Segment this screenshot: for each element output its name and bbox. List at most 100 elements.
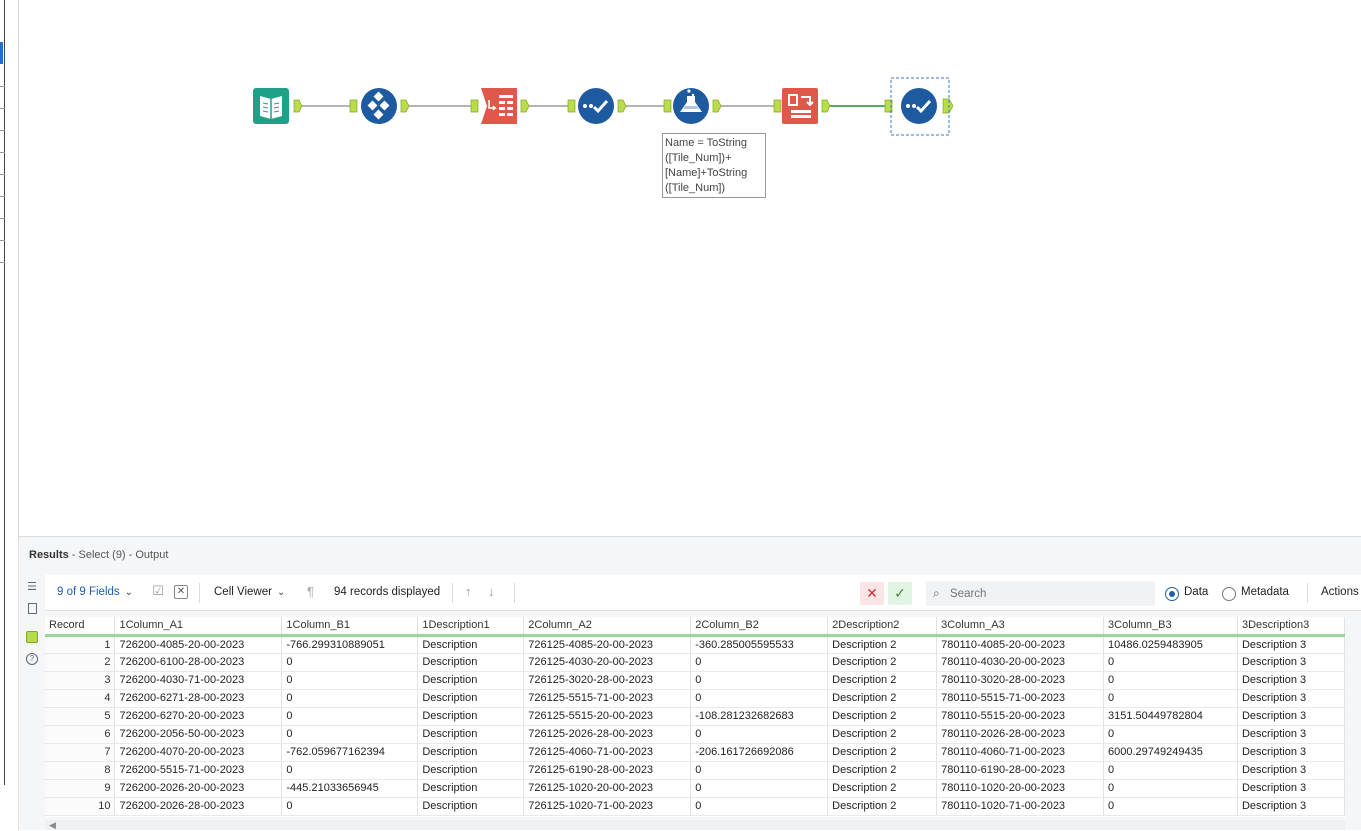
workflow-canvas[interactable]: Name = ToString ([Tile_Num])+ [Name]+ToS… xyxy=(19,0,1361,536)
table-cell[interactable]: 0 xyxy=(690,725,829,744)
table-cell[interactable]: 780110-1020-71-00-2023 xyxy=(936,797,1105,816)
column-header[interactable]: 1Column_B1 xyxy=(281,617,419,637)
table-cell[interactable]: Description 2 xyxy=(827,635,938,654)
table-cell[interactable]: 726125-4085-20-00-2023 xyxy=(523,635,692,654)
scroll-left-icon[interactable]: ◀ xyxy=(49,820,56,831)
table-cell[interactable]: 780110-4085-20-00-2023 xyxy=(936,635,1105,654)
table-cell[interactable]: Description 3 xyxy=(1237,653,1345,672)
input-anchor[interactable] xyxy=(470,99,479,113)
table-cell[interactable]: -445.21033656945 xyxy=(281,779,419,798)
table-cell[interactable]: 780110-4060-71-00-2023 xyxy=(936,743,1105,762)
data-radio[interactable] xyxy=(1165,587,1179,601)
transpose-tool[interactable] xyxy=(782,88,818,124)
table-cell[interactable]: 726200-4070-20-00-2023 xyxy=(114,743,283,762)
sample-tool[interactable] xyxy=(361,88,397,124)
table-row[interactable]: 8 726200-5515-71-00-2023 0 Description 72612… xyxy=(45,761,1345,780)
arrow-up-icon[interactable]: ↑ xyxy=(465,584,472,599)
column-header[interactable]: 2Column_A2 xyxy=(523,617,692,637)
metadata-radio[interactable] xyxy=(1222,587,1236,601)
results-grid[interactable]: Record 1Column_A1 1Column_B1 1Description1 2… xyxy=(45,617,1345,817)
output-anchor[interactable] xyxy=(821,99,831,113)
table-cell[interactable]: 0 xyxy=(281,761,419,780)
table-row[interactable]: 3 726200-4030-71-00-2023 0 Description 72612… xyxy=(45,671,1345,690)
formula-annotation[interactable]: Name = ToString ([Tile_Num])+ [Name]+ToS… xyxy=(662,133,766,198)
list-icon[interactable]: ☰ xyxy=(26,581,38,593)
table-cell[interactable]: 726200-2026-28-00-2023 xyxy=(114,797,283,816)
pilcrow-icon[interactable]: ¶ xyxy=(307,584,314,599)
horizontal-scrollbar[interactable]: ◀ xyxy=(45,820,1345,830)
table-cell[interactable]: 726125-2026-28-00-2023 xyxy=(523,725,692,744)
workflow-diagram[interactable]: Name = ToString ([Tile_Num])+ [Name]+ToS… xyxy=(19,0,1361,536)
input-anchor[interactable] xyxy=(567,99,576,113)
table-cell[interactable]: 726200-4030-71-00-2023 xyxy=(114,671,283,690)
output-anchor[interactable] xyxy=(520,99,530,113)
table-cell[interactable]: 780110-5515-20-00-2023 xyxy=(936,707,1105,726)
column-header[interactable]: 3Description3 xyxy=(1237,617,1345,637)
output-anchor[interactable] xyxy=(712,99,722,113)
table-cell[interactable]: 0 xyxy=(690,653,829,672)
column-header[interactable]: 1Column_A1 xyxy=(114,617,283,637)
table-cell[interactable]: 726125-6190-28-00-2023 xyxy=(523,761,692,780)
table-cell[interactable]: Description xyxy=(417,779,525,798)
table-cell[interactable]: Description 2 xyxy=(827,689,938,708)
table-cell[interactable]: Description 3 xyxy=(1237,743,1345,762)
table-cell[interactable]: 0 xyxy=(281,671,419,690)
table-row[interactable]: 10 726200-2026-28-00-2023 0 Description 7261… xyxy=(45,797,1345,816)
table-cell[interactable]: 0 xyxy=(690,761,829,780)
help-icon[interactable]: ? xyxy=(26,653,38,665)
table-cell[interactable]: 0 xyxy=(690,671,829,690)
table-cell[interactable]: 0 xyxy=(281,797,419,816)
table-cell[interactable]: Description 3 xyxy=(1237,797,1345,816)
accept-button[interactable]: ✓ xyxy=(888,582,912,605)
record-number[interactable]: 10 xyxy=(45,797,116,816)
table-row[interactable]: 4 726200-6271-28-00-2023 0 Description 72612… xyxy=(45,689,1345,708)
table-cell[interactable]: 726200-5515-71-00-2023 xyxy=(114,761,283,780)
formula-tool[interactable] xyxy=(673,88,709,124)
table-cell[interactable]: Description 3 xyxy=(1237,707,1345,726)
table-cell[interactable]: Description 2 xyxy=(827,743,938,762)
table-cell[interactable]: Description 3 xyxy=(1237,689,1345,708)
fields-dropdown[interactable]: 9 of 9 Fields ⌄ xyxy=(57,586,133,598)
document-icon[interactable] xyxy=(26,603,38,615)
table-cell[interactable]: 726200-6270-20-00-2023 xyxy=(114,707,283,726)
record-number[interactable]: 8 xyxy=(45,761,116,780)
table-cell[interactable]: Description xyxy=(417,671,525,690)
table-cell[interactable]: Description xyxy=(417,743,525,762)
table-cell[interactable]: Description xyxy=(417,635,525,654)
table-cell[interactable]: Description 3 xyxy=(1237,779,1345,798)
table-cell[interactable]: 0 xyxy=(1103,653,1238,672)
table-cell[interactable]: Description 2 xyxy=(827,653,938,672)
select-tool-selected[interactable] xyxy=(890,77,950,136)
table-row[interactable]: 2 726200-6100-28-00-2023 0 Description 72612… xyxy=(45,653,1345,672)
table-cell[interactable]: 0 xyxy=(690,797,829,816)
table-cell[interactable]: 780110-2026-28-00-2023 xyxy=(936,725,1105,744)
table-cell[interactable]: 3151.50449782804 xyxy=(1103,707,1238,726)
column-header[interactable]: 2Description2 xyxy=(827,617,938,637)
table-cell[interactable]: 780110-6190-28-00-2023 xyxy=(936,761,1105,780)
checklist-icon[interactable]: ☑ xyxy=(151,584,165,599)
table-cell[interactable]: 0 xyxy=(281,707,419,726)
table-row[interactable]: 6 726200-2056-50-00-2023 0 Description 72612… xyxy=(45,725,1345,744)
table-cell[interactable]: Description xyxy=(417,761,525,780)
table-cell[interactable]: Description 3 xyxy=(1237,725,1345,744)
reject-button[interactable]: ✕ xyxy=(860,582,884,605)
table-cell[interactable]: Description xyxy=(417,653,525,672)
table-cell[interactable]: Description 2 xyxy=(827,779,938,798)
input-anchor[interactable] xyxy=(773,99,782,113)
metadata-radio-label[interactable]: Metadata xyxy=(1241,586,1289,598)
table-cell[interactable]: Description xyxy=(417,707,525,726)
input-anchor[interactable] xyxy=(663,99,672,113)
table-cell[interactable]: Description 3 xyxy=(1237,671,1345,690)
table-cell[interactable]: Description 2 xyxy=(827,797,938,816)
record-number[interactable]: 3 xyxy=(45,671,116,690)
input-anchor[interactable] xyxy=(349,99,358,113)
table-cell[interactable]: -360.285005595533 xyxy=(690,635,829,654)
record-number[interactable]: 4 xyxy=(45,689,116,708)
column-header[interactable]: 1Description1 xyxy=(417,617,525,637)
output-anchor[interactable] xyxy=(400,99,410,113)
table-cell[interactable]: 726125-1020-20-00-2023 xyxy=(523,779,692,798)
column-header-record[interactable]: Record xyxy=(45,617,116,637)
table-cell[interactable]: 0 xyxy=(690,689,829,708)
record-number[interactable]: 2 xyxy=(45,653,116,672)
table-cell[interactable]: 726125-3020-28-00-2023 xyxy=(523,671,692,690)
